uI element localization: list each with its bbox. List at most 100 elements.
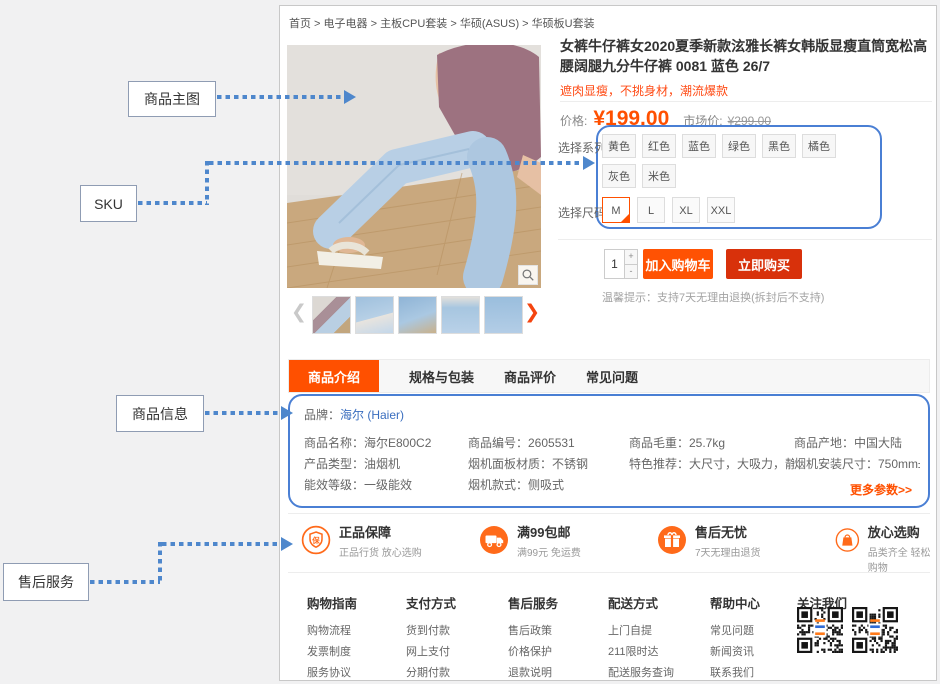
product-subtitle: 遮肉显瘦，不挑身材，潮流爆款 (560, 82, 728, 99)
shield-badge-icon: 保 (301, 525, 331, 555)
footer-link[interactable]: 配送服务查询 (608, 663, 685, 684)
service-subtitle: 7天无理由退货 (695, 544, 761, 559)
info-field: 商品产地：中国大陆 (794, 433, 920, 454)
footer-link[interactable]: 退款说明 (508, 663, 566, 684)
footer-link[interactable]: 发票制度 (307, 642, 357, 663)
service-title: 售后无忧 (695, 525, 761, 541)
product-info-box: 品牌：海尔 (Haier) 商品名称：海尔E800C2商品编号：2605531商… (288, 394, 930, 508)
color-chip[interactable]: 橘色 (802, 134, 836, 158)
product-title: 女裤牛仔裤女2020夏季新款泫雅长裤女韩版显瘦直筒宽松高腰阔腿九分牛仔裤 008… (560, 36, 934, 76)
footer-column-title: 购物指南 (307, 593, 357, 612)
gift-icon (657, 525, 687, 555)
size-chip[interactable]: L (637, 197, 665, 223)
thumbnail[interactable] (484, 296, 523, 334)
info-field: 商品名称：海尔E800C2 (304, 433, 468, 454)
color-chip[interactable]: 米色 (642, 164, 676, 188)
annotation-arrow-line (162, 542, 281, 546)
footer-link[interactable]: 购物流程 (307, 621, 357, 642)
service-title: 正品保障 (339, 525, 422, 541)
size-chip[interactable]: XXL (707, 197, 735, 223)
footer-column: 购物指南购物流程发票制度服务协议会员优惠 (307, 593, 357, 684)
tab-规格与包装[interactable]: 规格与包装 (409, 367, 474, 386)
thumbnail[interactable] (312, 296, 351, 334)
color-chip[interactable]: 黑色 (762, 134, 796, 158)
footer-column: 售后服务售后政策价格保护退款说明返修/退换货取消订单 (508, 593, 566, 684)
thumbnail[interactable] (441, 296, 480, 334)
next-icon[interactable]: ❯ (524, 301, 540, 325)
thumbnail[interactable] (355, 296, 394, 334)
size-chip[interactable]: M (602, 197, 630, 223)
footer-link[interactable]: 网上支付 (406, 642, 456, 663)
footer-link[interactable]: 211限时达 (608, 642, 685, 663)
divider (288, 513, 930, 514)
stepper-buttons: + - (624, 250, 637, 278)
annotation-arrow-line (90, 580, 160, 584)
annotation-arrowhead (281, 406, 293, 420)
service-item: 满99包邮 满99元 免运费 (479, 525, 581, 559)
footer-link[interactable]: 售后政策 (508, 621, 566, 642)
product-photo-illustration (287, 45, 541, 288)
info-field: 商品毛重：25.7kg (629, 433, 794, 454)
annotation-arrow-line (205, 161, 209, 205)
footer-link[interactable]: 新闻资讯 (710, 642, 760, 663)
divider (560, 101, 932, 102)
service-title: 满99包邮 (517, 525, 581, 541)
divider (558, 239, 932, 240)
truck-icon (479, 525, 509, 555)
bag-icon (835, 525, 860, 555)
color-chip[interactable]: 红色 (642, 134, 676, 158)
zoom-icon[interactable] (518, 265, 538, 285)
footer-column: 配送方式上门自提211限时达配送服务查询配送费收取标准海外配送 (608, 593, 685, 684)
add-to-cart-button[interactable]: 加入购物车 (643, 249, 713, 279)
product-main-image[interactable] (287, 45, 541, 288)
footer-link[interactable]: 常见问题 (710, 621, 760, 642)
service-subtitle: 品类齐全 轻松购物 (868, 544, 936, 574)
thumbnail[interactable] (398, 296, 437, 334)
service-title: 放心选购 (868, 525, 936, 541)
color-chip[interactable]: 蓝色 (682, 134, 716, 158)
footer-column-title: 支付方式 (406, 593, 456, 612)
more-params-link[interactable]: 更多参数>> (850, 481, 912, 498)
annotation-arrowhead (281, 537, 293, 551)
tab-bar: 商品介绍 规格与包装 商品评价 常见问题 (288, 359, 930, 393)
annotation-arrow-line (158, 542, 162, 584)
prev-icon[interactable]: ❮ (291, 301, 307, 325)
service-subtitle: 满99元 免运费 (517, 544, 581, 559)
quantity-input[interactable] (605, 250, 624, 278)
selected-check-icon (620, 213, 630, 223)
tab-商品评价[interactable]: 商品评价 (504, 367, 556, 386)
breadcrumb[interactable]: 首页 > 电子电器 > 主板CPU套装 > 华硕(ASUS) > 华硕板U套装 (289, 15, 595, 31)
brand-line: 品牌：海尔 (Haier) (304, 406, 404, 423)
footer-link[interactable]: 价格保护 (508, 642, 566, 663)
tab-商品介绍[interactable]: 商品介绍 (289, 360, 379, 392)
footer-link[interactable]: 上门自提 (608, 621, 685, 642)
color-chip[interactable]: 绿色 (722, 134, 756, 158)
qr-code (852, 607, 898, 653)
annotation-after-sales: 售后服务 (3, 563, 89, 601)
brand-label: 品牌： (304, 408, 340, 422)
footer-link[interactable]: 分期付款 (406, 663, 456, 684)
quantity-stepper: + - (604, 249, 638, 279)
footer-link[interactable]: 货到付款 (406, 621, 456, 642)
footer-link[interactable]: 服务协议 (307, 663, 357, 684)
footer-link[interactable]: 联系我们 (710, 663, 760, 684)
color-chip[interactable]: 灰色 (602, 164, 636, 188)
service-subtitle: 正品行货 放心选购 (339, 544, 422, 559)
service-item: 放心选购 品类齐全 轻松购物 (835, 525, 936, 574)
svg-text:保: 保 (311, 535, 320, 545)
buy-now-button[interactable]: 立即购买 (726, 249, 802, 279)
info-field: 产品类型：油烟机 (304, 454, 468, 475)
qr-code (797, 607, 843, 653)
brand-link[interactable]: 海尔 (Haier) (340, 408, 404, 422)
size-chip[interactable]: XL (672, 197, 700, 223)
annotation-arrow-line (217, 95, 344, 99)
decrease-button[interactable]: - (625, 264, 637, 279)
divider (288, 572, 930, 573)
purchase-tip: 温馨提示：支持7天无理由退换(拆封后不支持) (602, 289, 824, 305)
increase-button[interactable]: + (625, 250, 637, 264)
color-chip[interactable]: 黄色 (602, 134, 636, 158)
info-field: 商品编号：2605531 (468, 433, 629, 454)
qr-code-group (797, 607, 898, 653)
tab-常见问题[interactable]: 常见问题 (586, 367, 638, 386)
info-field: 烟机面板材质：不锈钢 (468, 454, 629, 475)
